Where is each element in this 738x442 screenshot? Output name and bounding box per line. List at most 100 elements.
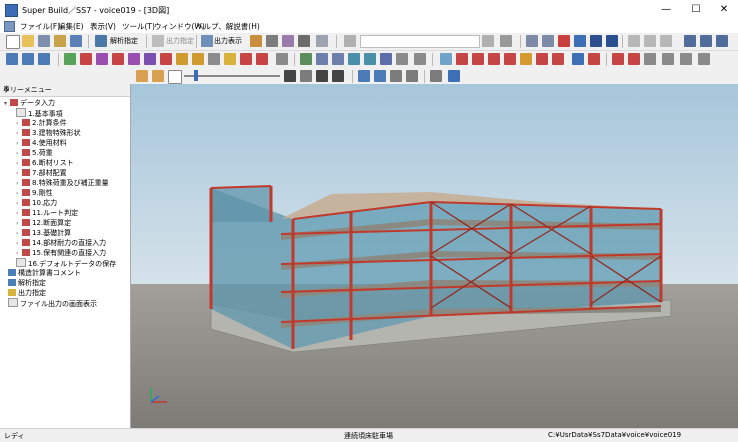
tree-item-member-list[interactable]: › 6.断材リスト <box>16 158 74 168</box>
tree-item-special-load[interactable]: › 8.特殊荷重及び補正重量 <box>16 178 109 188</box>
moment-icon[interactable] <box>536 53 548 65</box>
snap-icon[interactable] <box>332 53 344 65</box>
object-icon[interactable] <box>332 70 344 82</box>
wrench-icon[interactable] <box>680 53 692 65</box>
tree-root-data-input[interactable]: ▾ データ入力 <box>4 98 55 108</box>
tree-item-output[interactable]: 出力指定 <box>8 288 46 298</box>
frame-icon[interactable] <box>526 35 538 47</box>
pin-support-icon[interactable] <box>472 53 484 65</box>
output-display-button[interactable]: 出力表示 <box>214 36 242 46</box>
pile-icon[interactable] <box>160 53 172 65</box>
close-panel-icon[interactable]: ✕ <box>3 84 127 93</box>
tree-item-load[interactable]: › 5.荷重 <box>16 148 53 158</box>
tile-icon[interactable] <box>684 35 696 47</box>
tree-item-basic[interactable]: 1.基本事項 <box>16 108 63 118</box>
section-icon[interactable] <box>380 53 392 65</box>
opening-icon[interactable] <box>208 53 220 65</box>
output-spec-button[interactable]: 出力指定 <box>166 36 194 46</box>
window-icon[interactable] <box>266 35 278 47</box>
tree-item-stiffness[interactable]: › 9.剛性 <box>16 188 53 198</box>
tree-item-file-output[interactable]: ファイル出力の画面表示 <box>8 298 97 308</box>
zoom-icon[interactable] <box>168 70 182 84</box>
analysis-button[interactable]: 解析指定 <box>110 36 138 46</box>
save-icon[interactable] <box>38 35 50 47</box>
tree-item-comment[interactable]: 構造計算書コメント <box>8 268 81 278</box>
menu-file[interactable]: ファイル(F) <box>20 21 60 32</box>
output-spec-icon[interactable] <box>152 35 164 47</box>
point-load-icon[interactable] <box>520 53 532 65</box>
table-icon[interactable] <box>276 53 288 65</box>
comment-icon[interactable] <box>316 35 328 47</box>
check-icon[interactable] <box>628 53 640 65</box>
redo-icon[interactable] <box>482 35 494 47</box>
grid-view-icon[interactable] <box>6 53 18 65</box>
slab-icon[interactable] <box>128 53 140 65</box>
support-icon[interactable] <box>456 53 468 65</box>
zoom-slider-thumb[interactable] <box>194 70 198 81</box>
light-icon[interactable] <box>152 70 164 82</box>
reaction-icon[interactable] <box>552 53 564 65</box>
elevation-view-icon[interactable] <box>38 53 50 65</box>
plan-view-icon[interactable] <box>22 53 34 65</box>
undo-icon[interactable] <box>344 35 356 47</box>
load-icon[interactable] <box>176 53 188 65</box>
tree-item-analysis[interactable]: 解析指定 <box>8 278 46 288</box>
minimize-button[interactable]: — <box>652 0 680 20</box>
split-icon[interactable] <box>716 35 728 47</box>
property-icon[interactable] <box>612 53 624 65</box>
maximize-button[interactable]: ☐ <box>682 0 710 20</box>
tree-item-route[interactable]: › 11.ルート判定 <box>16 208 78 218</box>
delete-icon[interactable] <box>500 35 512 47</box>
foundation-icon[interactable] <box>144 53 156 65</box>
tree-item-materials[interactable]: › 4.使用材料 <box>16 138 67 148</box>
tree-item-retention[interactable]: › 15.保有関連の直接入力 <box>16 248 106 258</box>
link-icon[interactable] <box>572 53 584 65</box>
menu-help[interactable]: ヘルプ、解説書(H) <box>196 21 260 32</box>
document-icon[interactable] <box>4 21 15 32</box>
cascade-icon[interactable] <box>700 35 712 47</box>
zoom-slider[interactable] <box>184 75 280 77</box>
node-icon[interactable] <box>348 53 360 65</box>
filter-icon[interactable] <box>414 53 426 65</box>
close-button[interactable]: ✕ <box>710 0 738 20</box>
tool-icon[interactable] <box>250 35 262 47</box>
select-area-icon[interactable] <box>374 70 386 82</box>
tree-item-stress[interactable]: › 10.応力 <box>16 198 57 208</box>
measure-icon[interactable] <box>316 53 328 65</box>
move-icon[interactable] <box>628 35 640 47</box>
analysis-icon[interactable] <box>95 35 107 47</box>
member-icon[interactable] <box>240 53 252 65</box>
joint-icon[interactable] <box>256 53 268 65</box>
panel-icon[interactable] <box>542 35 554 47</box>
grid-icon[interactable] <box>558 35 570 47</box>
wall-icon[interactable] <box>112 53 124 65</box>
area-load-icon[interactable] <box>192 53 204 65</box>
tree-item-default-save[interactable]: 16.デフォルトデータの保存 <box>16 258 116 268</box>
diagonal-icon[interactable] <box>440 53 452 65</box>
pointer-icon[interactable] <box>660 35 672 47</box>
line-icon[interactable] <box>300 53 312 65</box>
hide-icon[interactable] <box>390 70 402 82</box>
fixed-support-icon[interactable] <box>504 53 516 65</box>
print-icon[interactable] <box>298 35 310 47</box>
3d-viewport[interactable] <box>131 84 738 428</box>
output-display-icon[interactable] <box>201 35 213 47</box>
arrow-up-icon[interactable] <box>590 35 602 47</box>
open-folder-icon[interactable] <box>22 35 34 47</box>
show-icon[interactable] <box>406 70 418 82</box>
render-icon[interactable] <box>284 70 296 82</box>
menu-edit[interactable]: 編集(E) <box>58 21 84 32</box>
texture-icon[interactable] <box>300 70 312 82</box>
tree-item-foundation[interactable]: › 13.基礎計算 <box>16 228 71 238</box>
list-icon[interactable] <box>396 53 408 65</box>
export-icon[interactable] <box>70 35 82 47</box>
spring-icon[interactable] <box>488 53 500 65</box>
column-icon[interactable] <box>64 53 76 65</box>
new-file-icon[interactable] <box>6 35 20 49</box>
tree-item-conditions[interactable]: › 2.計算条件 <box>16 118 67 128</box>
layout-icon[interactable] <box>574 35 586 47</box>
brace-icon[interactable] <box>96 53 108 65</box>
floor-icon[interactable] <box>430 70 442 82</box>
print-preview-icon[interactable] <box>698 53 710 65</box>
tree-item-shape[interactable]: › 3.建物特殊形状 <box>16 128 81 138</box>
